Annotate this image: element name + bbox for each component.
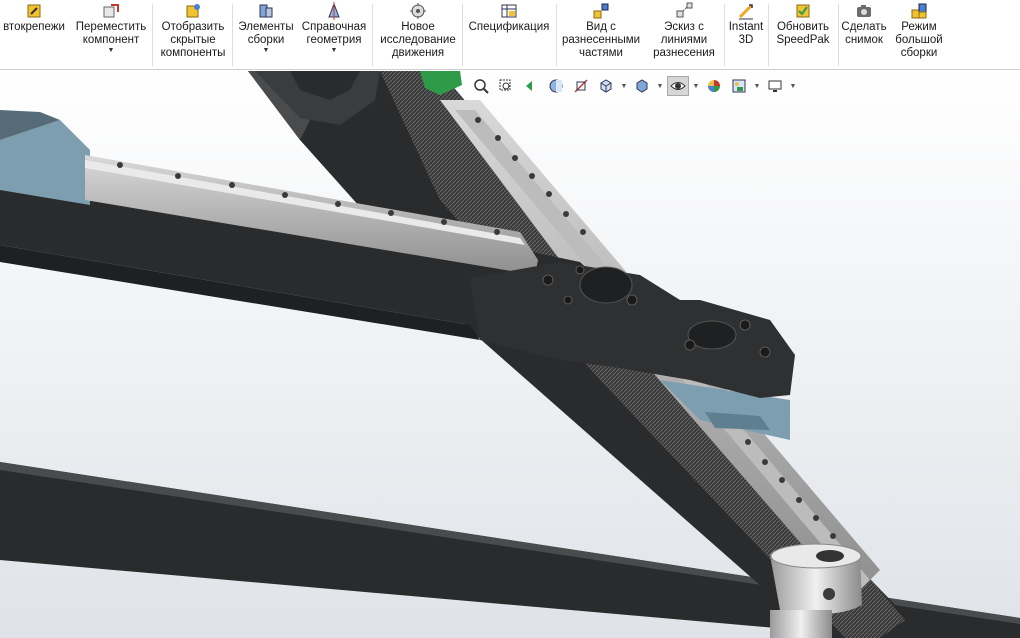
large-assembly-mode-button[interactable]: Режим большой сборки bbox=[890, 0, 948, 70]
display-style-icon bbox=[636, 79, 648, 93]
zoom-to-area-icon bbox=[499, 79, 511, 91]
chevron-down-icon[interactable]: ▼ bbox=[789, 83, 797, 90]
ribbon-separator bbox=[556, 4, 557, 66]
fasteners-button[interactable]: втокрепежи bbox=[0, 0, 68, 70]
previous-view-button[interactable] bbox=[520, 76, 542, 96]
instant3d-button[interactable]: Instant 3D bbox=[726, 0, 766, 70]
ribbon-separator bbox=[768, 4, 769, 66]
ribbon-separator bbox=[838, 4, 839, 66]
reference-geometry-label: Справочная геометрия bbox=[301, 21, 367, 46]
display-style-button[interactable] bbox=[631, 76, 653, 96]
zoom-to-area-button[interactable] bbox=[495, 76, 517, 96]
explode-line-sketch-label: Эскиз с линиями разнесения bbox=[653, 21, 715, 59]
set-screw-hole bbox=[823, 588, 835, 600]
bill-of-materials-icon bbox=[501, 4, 517, 18]
reference-geometry-icon bbox=[328, 2, 340, 20]
exploded-view-icon bbox=[593, 3, 609, 19]
edit-appearance-icon bbox=[708, 80, 720, 92]
ribbon-separator bbox=[232, 4, 233, 66]
section-view-button[interactable] bbox=[545, 76, 567, 96]
3d-model-viewport[interactable] bbox=[0, 71, 1020, 638]
assembly-features-button[interactable]: Элементы сборки ▼ bbox=[234, 0, 298, 70]
chevron-down-icon[interactable]: ▼ bbox=[656, 83, 664, 90]
graphics-area[interactable] bbox=[0, 71, 1020, 638]
explode-line-sketch-button[interactable]: Эскиз с линиями разнесения bbox=[646, 0, 722, 70]
instant3d-label: Instant 3D bbox=[728, 21, 764, 46]
show-hidden-components-icon bbox=[186, 4, 200, 18]
dynamic-annotation-views-button[interactable] bbox=[570, 76, 592, 96]
bracket-bore-upper bbox=[579, 266, 633, 304]
large-assembly-mode-icon bbox=[911, 3, 927, 19]
move-component-label: Переместить компонент bbox=[75, 21, 147, 46]
chevron-down-icon[interactable]: ▼ bbox=[108, 47, 115, 55]
edit-appearance-button[interactable] bbox=[703, 76, 725, 96]
ribbon-separator bbox=[152, 4, 153, 66]
assembly-features-label: Элементы сборки bbox=[238, 21, 294, 46]
bill-of-materials-label: Спецификация bbox=[468, 21, 550, 33]
apply-scene-button[interactable] bbox=[728, 76, 750, 96]
chevron-down-icon[interactable]: ▼ bbox=[331, 47, 338, 55]
section-view-icon bbox=[549, 79, 563, 93]
view-settings-button[interactable] bbox=[764, 76, 786, 96]
zoom-to-fit-button[interactable] bbox=[470, 76, 492, 96]
large-assembly-mode-label: Режим большой сборки bbox=[895, 21, 943, 59]
camera-icon bbox=[857, 5, 871, 17]
fasteners-icon bbox=[27, 4, 41, 18]
chevron-down-icon[interactable]: ▼ bbox=[753, 83, 761, 90]
update-speedpak-button[interactable]: Обновить SpeedPak bbox=[770, 0, 836, 70]
explode-line-sketch-icon bbox=[676, 2, 693, 18]
fasteners-label: втокрепежи bbox=[3, 21, 65, 33]
new-motion-study-button[interactable]: Новое исследование движения bbox=[376, 0, 460, 70]
view-orientation-button[interactable] bbox=[595, 76, 617, 96]
shaft-collar-bore bbox=[816, 550, 844, 562]
hide-show-items-button[interactable] bbox=[667, 76, 689, 96]
vertical-shaft[interactable] bbox=[770, 610, 832, 638]
apply-scene-icon bbox=[732, 79, 746, 93]
monitor-icon bbox=[768, 80, 782, 92]
chevron-down-icon[interactable]: ▼ bbox=[620, 83, 628, 90]
ribbon-separator bbox=[372, 4, 373, 66]
previous-view-icon bbox=[526, 81, 532, 91]
move-component-icon bbox=[103, 4, 119, 18]
update-speedpak-label: Обновить SpeedPak bbox=[776, 21, 830, 46]
ribbon-separator bbox=[724, 4, 725, 66]
dynamic-annotation-views-icon bbox=[574, 79, 588, 93]
reference-geometry-button[interactable]: Справочная геометрия ▼ bbox=[298, 0, 370, 70]
show-hidden-components-label: Отобразить скрытые компоненты bbox=[160, 21, 226, 59]
zoom-to-fit-icon bbox=[474, 79, 489, 94]
speedpak-icon bbox=[796, 4, 810, 18]
take-snapshot-button[interactable]: Сделать снимок bbox=[840, 0, 888, 70]
chevron-down-icon[interactable]: ▼ bbox=[692, 83, 700, 90]
exploded-view-button[interactable]: Вид с разнесенными частями bbox=[558, 0, 644, 70]
chevron-down-icon[interactable]: ▼ bbox=[263, 47, 270, 55]
view-orientation-icon bbox=[600, 79, 612, 93]
motion-study-icon bbox=[410, 3, 426, 19]
heads-up-view-toolbar: ▼ ▼ ▼ ▼ ▼ bbox=[470, 74, 797, 98]
bill-of-materials-button[interactable]: Спецификация bbox=[464, 0, 554, 70]
new-motion-study-label: Новое исследование движения bbox=[380, 21, 456, 59]
ribbon-separator bbox=[462, 4, 463, 66]
command-manager-ribbon: втокрепежи Переместить компонент ▼ Отобр… bbox=[0, 0, 1020, 70]
instant3d-icon bbox=[738, 3, 754, 20]
move-component-button[interactable]: Переместить компонент ▼ bbox=[72, 0, 150, 70]
eye-icon bbox=[670, 82, 686, 90]
show-hidden-components-button[interactable]: Отобразить скрытые компоненты bbox=[154, 0, 232, 70]
assembly-features-icon bbox=[259, 4, 273, 18]
take-snapshot-label: Сделать снимок bbox=[841, 21, 887, 46]
exploded-view-label: Вид с разнесенными частями bbox=[561, 21, 641, 59]
